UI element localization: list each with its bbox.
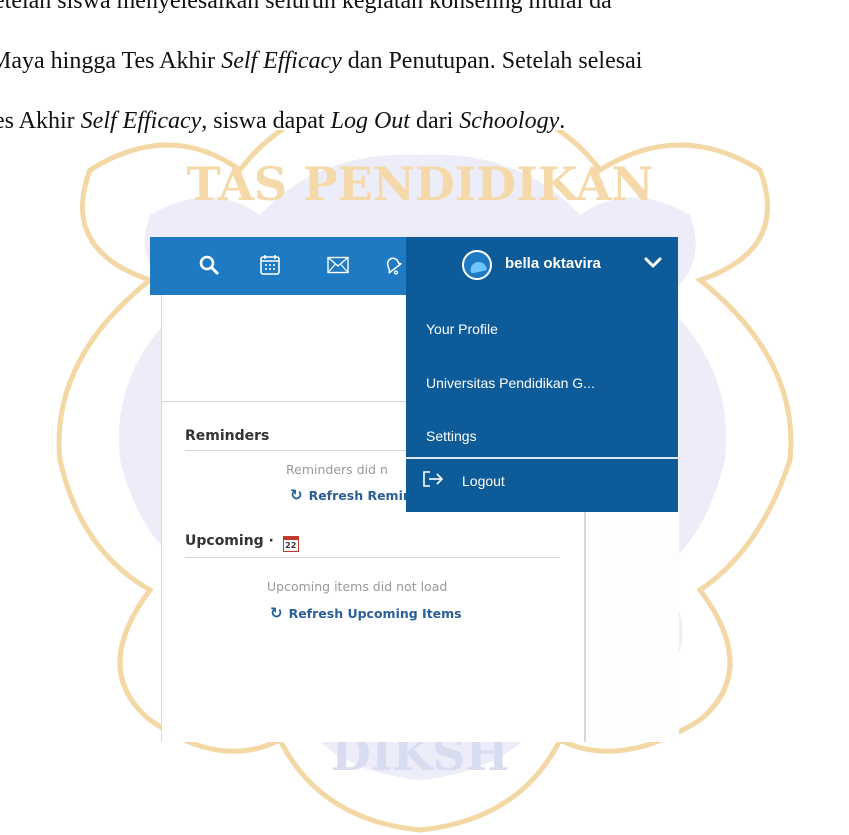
mail-icon[interactable] (324, 251, 352, 279)
menu-item-your-profile[interactable]: Your Profile (426, 321, 498, 337)
watermark-text-top: TAS PENDIDIKAN (186, 157, 653, 211)
upcoming-status: Upcoming items did not load (267, 579, 448, 594)
paragraph-line-2: Maya hingga Tes Akhir Self Efficacy dan … (0, 48, 643, 74)
menu-item-school[interactable]: Universitas Pendidikan G... (426, 375, 595, 391)
schoology-screenshot: Reminders Reminders did n ↻ Refresh Remi… (150, 237, 679, 742)
logout-label: Logout (462, 472, 505, 489)
menu-item-settings[interactable]: Settings (426, 428, 477, 444)
reminders-title: Reminders (185, 428, 270, 444)
paragraph-line-3: es Akhir Self Efficacy, siswa dapat Log … (0, 108, 566, 134)
calendar-mini-icon: 22 (282, 536, 299, 552)
reminders-status: Reminders did n (286, 462, 388, 477)
chevron-down-icon (644, 256, 662, 274)
avatar (462, 250, 492, 280)
user-dropdown-menu: Your Profile Universitas Pendidikan G...… (406, 295, 678, 512)
refresh-upcoming-label: Refresh Upcoming Items (288, 605, 462, 621)
refresh-icon: ↻ (270, 604, 283, 622)
user-menu-toggle[interactable]: bella oktavira (406, 237, 678, 295)
search-icon[interactable] (195, 251, 223, 279)
menu-divider (406, 457, 678, 459)
top-navigation-bar: bella oktavira (150, 237, 678, 295)
logout-icon (422, 470, 444, 491)
user-name: bella oktavira (505, 255, 601, 272)
calendar-icon[interactable] (256, 251, 284, 279)
logout-button[interactable]: Logout (422, 470, 505, 491)
refresh-icon: ↻ (290, 486, 303, 504)
paragraph-line-1: etelah siswa menyelesaikan seluruh kegia… (0, 0, 612, 14)
upcoming-title: Upcoming · 22 (185, 533, 299, 552)
upcoming-divider (185, 557, 560, 558)
bell-icon[interactable] (380, 251, 408, 279)
refresh-upcoming-link[interactable]: ↻ Refresh Upcoming Items (270, 604, 462, 622)
